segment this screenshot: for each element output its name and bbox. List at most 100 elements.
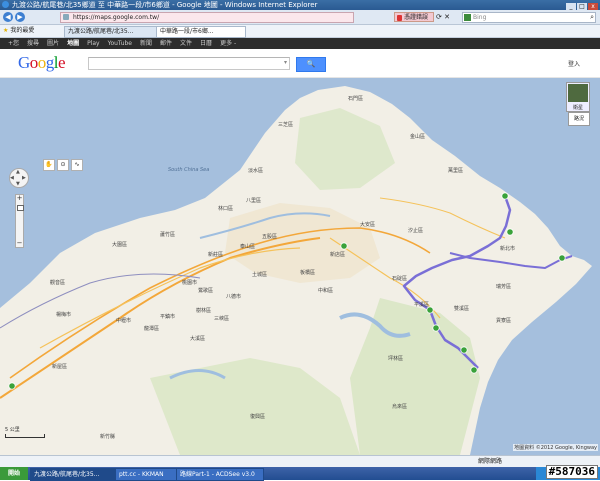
zoom-slider-knob[interactable] (17, 205, 24, 211)
place-label: 楊梅市 (56, 311, 71, 318)
browser-tab-1[interactable]: 九渡公路/航尾巷/北35... (64, 26, 158, 38)
minimize-button[interactable]: _ (566, 3, 576, 10)
waypoint-marker[interactable] (432, 324, 440, 332)
gbar-item-mail[interactable]: 郵件 (160, 38, 172, 49)
place-label: 瑞芳區 (496, 283, 511, 290)
place-label: 淡水區 (248, 167, 263, 174)
gbar-item-play[interactable]: Play (87, 38, 100, 49)
maximize-button[interactable]: □ (577, 3, 587, 10)
place-label: 新莊區 (208, 251, 223, 258)
waypoint-marker[interactable] (470, 366, 478, 374)
zoom-in-icon[interactable]: + (16, 195, 23, 202)
zoom-control[interactable]: + − (15, 194, 24, 248)
back-button[interactable]: ◀ (3, 12, 13, 22)
place-label: 汐止區 (408, 227, 423, 234)
place-label: 林口區 (218, 205, 233, 212)
gbar-item-docs[interactable]: 文件 (180, 38, 192, 49)
satellite-label: 衛星 (572, 105, 583, 111)
task-kkman[interactable]: ptt.cc - KKMAN (115, 468, 179, 481)
place-label: 鶯歌區 (198, 287, 213, 294)
waypoint-marker[interactable] (340, 242, 348, 250)
certificate-error-button[interactable]: 憑證錯誤 (394, 12, 434, 22)
place-label: 蘆竹區 (160, 231, 175, 238)
place-label: 三芝區 (278, 121, 293, 128)
place-label: 大溪區 (190, 335, 205, 342)
gbar-item-news[interactable]: 新聞 (140, 38, 152, 49)
task-ie[interactable]: 九渡公路/航尾巷/北35... (30, 468, 118, 481)
hand-tool-icon[interactable]: ✋ (43, 159, 55, 171)
signin-link[interactable]: 登入 (568, 59, 580, 68)
waypoint-marker[interactable] (8, 382, 16, 390)
dropdown-caret-icon[interactable]: ▾ (284, 59, 287, 66)
refresh-stop-icons[interactable]: ⟳ ✕ (436, 12, 450, 22)
maps-search-button[interactable]: 🔍 (296, 57, 326, 72)
gbar-item-plus[interactable]: +您 (8, 38, 19, 49)
satellite-toggle[interactable]: 衛星 (566, 82, 590, 112)
window-title: 九渡公路/航尾巷/北35鄉道 至 中華路一段/市6鄉道 - Google 地圖 … (12, 1, 318, 9)
place-label: 坪林區 (388, 355, 403, 362)
url-field[interactable]: https://maps.google.com.tw/ (60, 12, 354, 23)
place-label: 新竹縣 (100, 433, 115, 440)
place-label: 新屋區 (52, 363, 67, 370)
map-copyright: 地圖資料 ©2012 Google, Kingway (513, 444, 598, 451)
place-label: 五股區 (262, 234, 277, 240)
place-label: 平鎮市 (160, 313, 175, 320)
favorites-star-icon[interactable]: ★ (3, 25, 8, 37)
favorites-label[interactable]: 我的最愛 (10, 27, 34, 34)
place-label: 大安區 (360, 221, 375, 228)
sea-label: South China Sea (168, 167, 209, 173)
pan-right-icon[interactable]: ▶ (22, 175, 26, 181)
shield-icon (397, 15, 402, 21)
task-acdsee[interactable]: 路線Part-1 - ACDSee v3.0 (176, 468, 264, 481)
pan-control[interactable]: ▲ ◀ ▶ ▼ (9, 168, 29, 188)
place-label: 新北市 (500, 245, 515, 252)
map-canvas[interactable]: South China Sea 石門區 三芝區 金山區 萬里區 淡水區 八里區 林口區 五股區… (0, 78, 600, 455)
window-controls: _ □ x (565, 1, 598, 10)
satellite-thumbnail (568, 84, 588, 102)
place-label: 平溪區 (414, 301, 429, 308)
zoom-out-icon[interactable]: − (16, 240, 23, 247)
waypoint-marker[interactable] (558, 254, 566, 262)
browser-tab-2[interactable]: 中華路一段/市6鄉... (156, 26, 246, 38)
map-svg: South China Sea 石門區三芝區金山區萬里區 淡水區八里區林口區五股區… (0, 86, 592, 455)
line-tool-icon[interactable]: ∿ (71, 159, 83, 171)
search-icon[interactable]: ⌕ (590, 13, 594, 22)
place-label: 萬里區 (448, 167, 463, 174)
waypoint-marker[interactable] (460, 346, 468, 354)
gbar-item-search[interactable]: 搜尋 (27, 38, 39, 49)
forward-button[interactable]: ▶ (15, 12, 25, 22)
scale-bar: 5 公里 (5, 426, 45, 438)
google-bar: +您 搜尋 圖片 地圖 Play YouTube 新聞 郵件 文件 日曆 更多 - (0, 38, 600, 49)
bing-search-input[interactable]: Bing ⌕ (462, 12, 596, 23)
maps-header: Google ▾ 🔍 登入 (0, 49, 600, 78)
gbar-item-more[interactable]: 更多 - (220, 38, 236, 49)
gbar-item-calendar[interactable]: 日曆 (200, 38, 212, 49)
place-label: 三峽區 (214, 315, 229, 322)
gbar-item-images[interactable]: 圖片 (47, 38, 59, 49)
place-label: 貢寮區 (496, 317, 511, 324)
scale-label: 5 公里 (5, 427, 20, 433)
traffic-button[interactable]: 路況 (568, 112, 590, 126)
maps-search-input[interactable]: ▾ (88, 57, 290, 70)
pan-left-icon[interactable]: ◀ (10, 175, 14, 181)
place-label: 龍潭區 (144, 325, 159, 332)
place-label: 金山區 (410, 133, 425, 140)
pin-tool-icon[interactable]: ⊙ (57, 159, 69, 171)
watermark: #587036 (545, 465, 598, 479)
start-button[interactable]: 開始 (0, 467, 28, 480)
place-label: 泰山區 (240, 243, 255, 250)
place-label: 觀音區 (50, 279, 65, 286)
place-label: 樹林區 (196, 307, 211, 314)
place-label: 雙溪區 (454, 305, 469, 312)
waypoint-marker[interactable] (506, 228, 514, 236)
place-label: 復興區 (250, 413, 265, 420)
pan-down-icon[interactable]: ▼ (16, 181, 20, 187)
gbar-item-maps[interactable]: 地圖 (67, 38, 79, 49)
gbar-item-youtube[interactable]: YouTube (108, 38, 132, 49)
pan-up-icon[interactable]: ▲ (16, 169, 20, 175)
ie-icon (2, 1, 9, 8)
waypoint-marker[interactable] (501, 192, 509, 200)
page-icon (63, 14, 69, 20)
google-logo[interactable]: Google (18, 53, 66, 73)
close-button[interactable]: x (588, 3, 598, 10)
